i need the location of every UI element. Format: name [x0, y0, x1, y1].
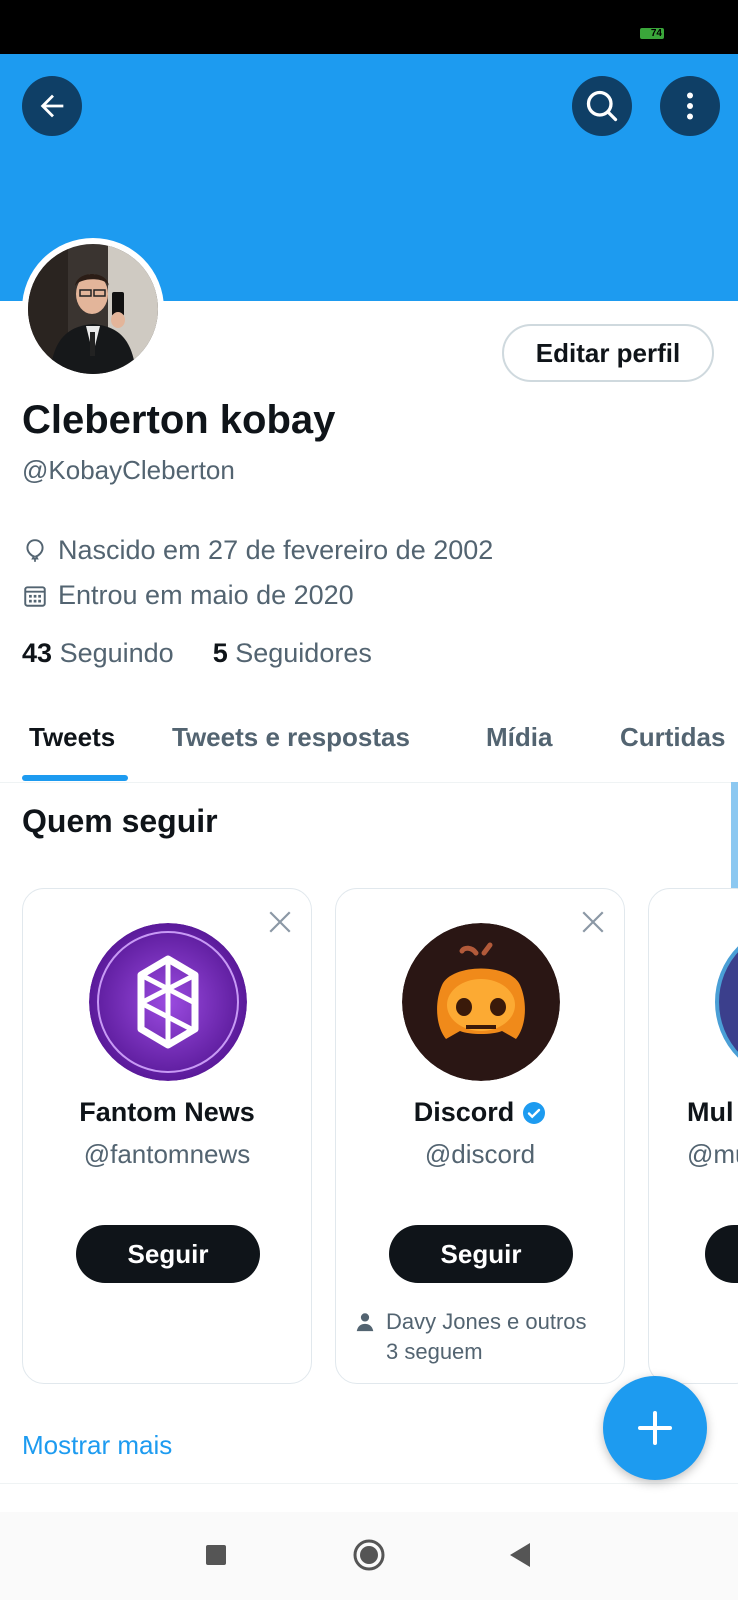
- suggestion-card[interactable]: Discord @discord Seguir Davy Jones e out…: [335, 888, 625, 1384]
- who-to-follow-title: Quem seguir: [22, 803, 218, 839]
- more-options-button[interactable]: [660, 76, 720, 136]
- tab-media[interactable]: Mídia: [486, 722, 552, 753]
- joined-row: Entrou em maio de 2020: [22, 580, 354, 611]
- tab-tweets[interactable]: Tweets: [29, 722, 115, 753]
- battery-indicator: 74: [640, 28, 664, 39]
- back-icon[interactable]: [508, 1542, 532, 1568]
- close-icon[interactable]: [267, 909, 293, 935]
- follow-button[interactable]: [705, 1225, 738, 1283]
- suggestion-handle: @discord: [424, 1139, 536, 1169]
- balloon-icon: [26, 538, 44, 562]
- search-button[interactable]: [572, 76, 632, 136]
- joined-text: Entrou em maio de 2020: [58, 580, 354, 610]
- calendar-icon: [24, 585, 46, 607]
- show-more-link[interactable]: Mostrar mais: [22, 1430, 172, 1461]
- edit-profile-button[interactable]: Editar perfil: [502, 324, 714, 382]
- divider: [0, 1483, 738, 1484]
- followers-link[interactable]: 5 Seguidores: [213, 638, 372, 668]
- suggestion-name: Mul: [687, 1097, 734, 1127]
- discord-logo-avatar: [402, 923, 560, 1081]
- compose-tweet-button[interactable]: [603, 1376, 707, 1480]
- tab-tweets-and-replies[interactable]: Tweets e respostas: [172, 722, 410, 753]
- search-icon: [586, 90, 618, 122]
- recent-apps-icon[interactable]: [205, 1544, 227, 1566]
- profile-name: Cleberton kobay: [22, 398, 336, 442]
- profile-avatar[interactable]: [22, 238, 164, 380]
- suggestion-handle: @mu: [687, 1139, 738, 1169]
- birth-row: Nascido em 27 de fevereiro de 2002: [22, 535, 493, 566]
- plus-icon: [638, 1411, 672, 1445]
- suggestion-card[interactable]: Fantom News @fantomnews Seguir: [22, 888, 312, 1384]
- social-context-line1: Davy Jones e outros: [386, 1309, 587, 1334]
- profile-handle: @KobayCleberton: [22, 455, 235, 485]
- back-button[interactable]: [22, 76, 82, 136]
- follow-counts: 43 Seguindo 5 Seguidores: [22, 638, 372, 669]
- suggestion-name: Discord: [336, 1097, 624, 1128]
- close-icon[interactable]: [580, 909, 606, 935]
- home-icon[interactable]: [352, 1538, 386, 1572]
- suggestion-handle: @fantomnews: [83, 1139, 251, 1169]
- suggestion-avatar: [715, 923, 738, 1081]
- avatar: [28, 244, 158, 374]
- back-arrow-icon: [40, 94, 64, 118]
- suggestion-name: Fantom News: [79, 1097, 255, 1127]
- verified-badge-icon: [523, 1101, 546, 1124]
- social-context-line2: 3 seguem: [386, 1339, 483, 1364]
- active-tab-indicator: [22, 775, 128, 781]
- tab-likes[interactable]: Curtidas: [620, 722, 725, 753]
- follow-button[interactable]: Seguir: [76, 1225, 260, 1283]
- fantom-logo-avatar: [89, 923, 247, 1081]
- following-link[interactable]: 43 Seguindo: [22, 638, 174, 668]
- birth-text: Nascido em 27 de fevereiro de 2002: [58, 535, 494, 565]
- social-context: Davy Jones e outros 3 seguem: [354, 1307, 587, 1367]
- profile-tabs: Tweets Tweets e respostas Mídia Curtidas: [0, 700, 738, 783]
- status-bar: 74: [0, 0, 738, 54]
- person-icon: [356, 1313, 374, 1332]
- system-nav-bar: [0, 1512, 738, 1600]
- more-vertical-icon: [687, 92, 693, 120]
- follow-button[interactable]: Seguir: [389, 1225, 573, 1283]
- suggestion-card[interactable]: Mul @mu: [648, 888, 738, 1384]
